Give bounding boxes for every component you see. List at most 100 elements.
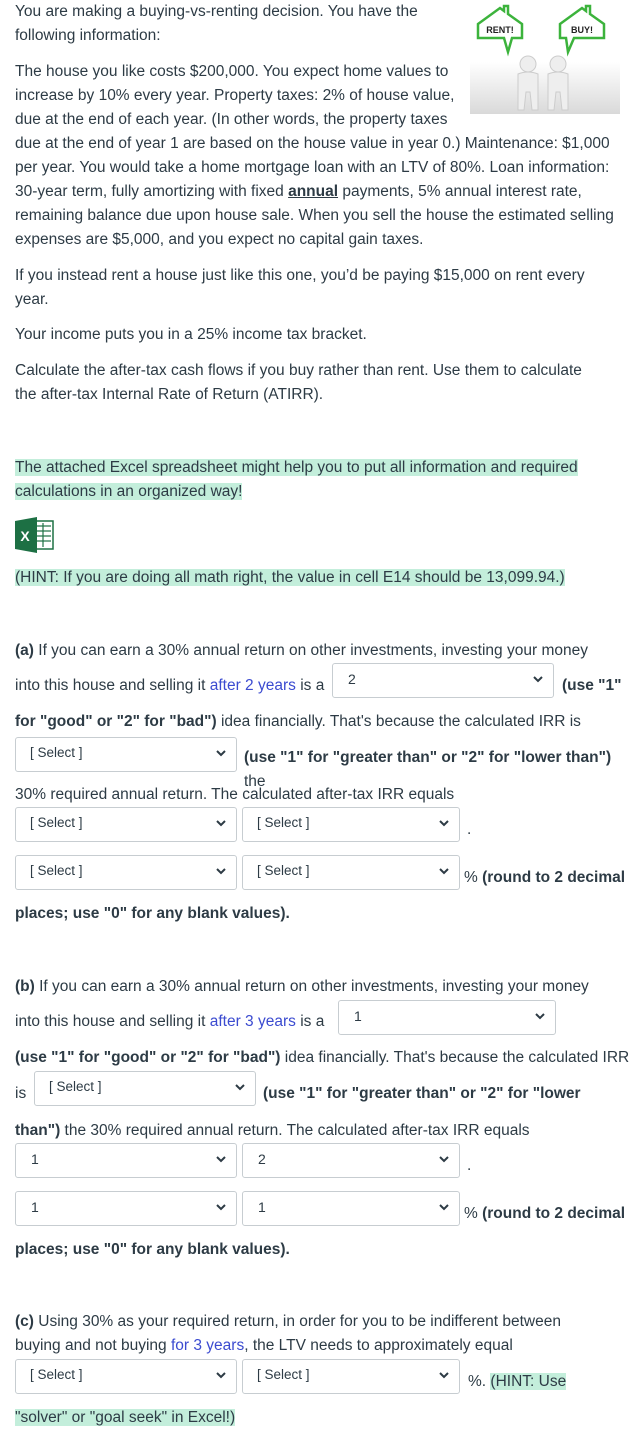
qb-text: is [15,1085,27,1102]
qa-text: 30% required annual return. The calculat… [15,786,455,803]
chevron-down-icon [215,1153,227,1165]
chevron-down-icon [215,817,227,829]
emphasis-annual: annual [288,183,339,200]
highlight-years: after 2 years [209,677,296,694]
decimal-point: . [467,1157,472,1174]
qc-text: %. (HINT: Use [468,1370,567,1394]
qb-text: (use "1" for "greater than" or "2" for "… [263,1085,581,1102]
text: the 30% required annual return. The calc… [60,1122,530,1139]
highlighted-text: calculations in an organized way! [15,483,243,500]
highlight-years: for 3 years [170,1337,245,1354]
instructions: the after-tax Internal Rate of Return (A… [15,386,324,403]
rent-info: year. [15,291,49,308]
chevron-down-icon [215,865,227,877]
house-info: per year. You would take a home mortgage… [15,159,610,176]
qa-irr-digit-1-select[interactable]: [ Select ] [15,807,237,842]
qc-text: "solver" or "goal seek" in Excel!) [15,1406,236,1430]
percent-sign: % [464,1205,478,1222]
excel-note: calculations in an organized way! [15,480,243,504]
qc-text: (c) Using 30% as your required return, i… [15,1310,561,1334]
qa-good-bad-select[interactable]: 2 [332,663,554,698]
text: than") [15,1122,61,1139]
qa-irr-digit-4-select[interactable]: [ Select ] [242,855,460,890]
house-info: remaining balance due upon house sale. W… [15,207,614,224]
text: (round to 2 decimal [477,1205,626,1222]
text: for "good" or "2" for "bad") [15,713,217,730]
excel-file-icon[interactable]: X [15,517,55,553]
text: (round to 2 decimal [477,869,626,886]
highlighted-text: (HINT: Use [490,1373,567,1390]
chevron-down-icon [438,1153,450,1165]
question-label: (c) [15,1313,34,1330]
qb-text: (b) If you can earn a 30% annual return … [15,975,589,999]
qb-greater-lower-select[interactable]: [ Select ] [34,1071,256,1106]
qb-text: % (round to 2 decimal [464,1202,625,1226]
qb-text: places; use "0" for any blank values). [15,1241,290,1258]
qa-irr-digit-2-select[interactable]: [ Select ] [242,807,460,842]
select-value: 2 [348,671,356,687]
chevron-down-icon [215,747,227,759]
chevron-down-icon [234,1081,246,1093]
select-value: 1 [258,1199,266,1215]
qb-irr-digit-3-select[interactable]: 1 [15,1191,237,1226]
text: , the LTV needs to approximately equal [244,1337,513,1354]
percent-sign: %. [468,1373,487,1390]
qb-irr-digit-4-select[interactable]: 1 [242,1191,460,1226]
select-value: 1 [354,1008,362,1024]
percent-sign: % [464,869,478,886]
text: is a [295,677,325,694]
qa-text: % (round to 2 decimal [464,866,625,890]
chevron-down-icon [532,673,544,685]
text: idea financially. That's because the cal… [216,713,581,730]
text: payments, 5% annual interest rate, [338,183,582,200]
intro-text: You are making a buying-vs-renting decis… [15,3,418,20]
qb-irr-digit-1-select[interactable]: 1 [15,1143,237,1178]
qb-text: than") the 30% required annual return. T… [15,1119,530,1143]
qa-text: into this house and selling it after 2 y… [15,674,324,698]
qb-irr-digit-2-select[interactable]: 2 [242,1143,460,1178]
question-label: (b) [15,978,35,995]
house-info: increase by 10% every year. Property tax… [15,87,455,104]
rent-label: RENT! [486,25,514,35]
qb-text: (use "1" for "good" or "2" for "bad") id… [15,1046,629,1070]
select-value: 1 [31,1199,39,1215]
highlighted-text: "solver" or "goal seek" in Excel!) [15,1409,236,1426]
house-info: 30-year term, fully amortizing with fixe… [15,180,582,204]
house-info: due at the end of each year. (In other w… [15,111,448,128]
select-value: [ Select ] [30,863,83,878]
chevron-down-icon [438,1201,450,1213]
highlighted-text: (HINT: If you are doing all math right, … [15,569,565,586]
text: buying and not buying [15,1337,171,1354]
qa-greater-lower-select[interactable]: [ Select ] [15,737,237,772]
text: into this house and selling it [15,677,210,694]
excel-hint: (HINT: If you are doing all math right, … [15,566,565,590]
rent-info: If you instead rent a house just like th… [15,267,585,284]
question-label: (a) [15,642,34,659]
text: idea financially. That's because the cal… [280,1049,630,1066]
qc-ltv-digit-2-select[interactable]: [ Select ] [242,1359,460,1394]
chevron-down-icon [438,817,450,829]
chevron-down-icon [215,1201,227,1213]
chevron-down-icon [438,1369,450,1381]
tax-info: Your income puts you in a 25% income tax… [15,326,367,343]
svg-text:X: X [20,528,30,544]
house-info: due at the end of year 1 are based on th… [15,135,610,152]
text: (use "1" for "good" or "2" for "bad") [15,1049,281,1066]
select-value: [ Select ] [49,1079,102,1094]
qa-text: places; use "0" for any blank values). [15,905,290,922]
select-value: [ Select ] [30,815,83,830]
qb-text: into this house and selling it after 3 y… [15,1010,324,1034]
excel-note: The attached Excel spreadsheet might hel… [15,456,578,480]
chevron-down-icon [534,1010,546,1022]
text: If you can earn a 30% annual return on o… [33,642,588,659]
select-value: [ Select ] [257,863,310,878]
qc-ltv-digit-1-select[interactable]: [ Select ] [15,1359,237,1394]
qa-text: (use "1" [562,677,622,694]
highlight-years: after 3 years [209,1013,296,1030]
text: is a [295,1013,325,1030]
text: 30-year term, fully amortizing with fixe… [15,183,289,200]
select-value: [ Select ] [30,745,83,760]
qb-good-bad-select[interactable]: 1 [338,1000,556,1035]
qa-irr-digit-3-select[interactable]: [ Select ] [15,855,237,890]
instructions: Calculate the after-tax cash flows if yo… [15,362,582,379]
